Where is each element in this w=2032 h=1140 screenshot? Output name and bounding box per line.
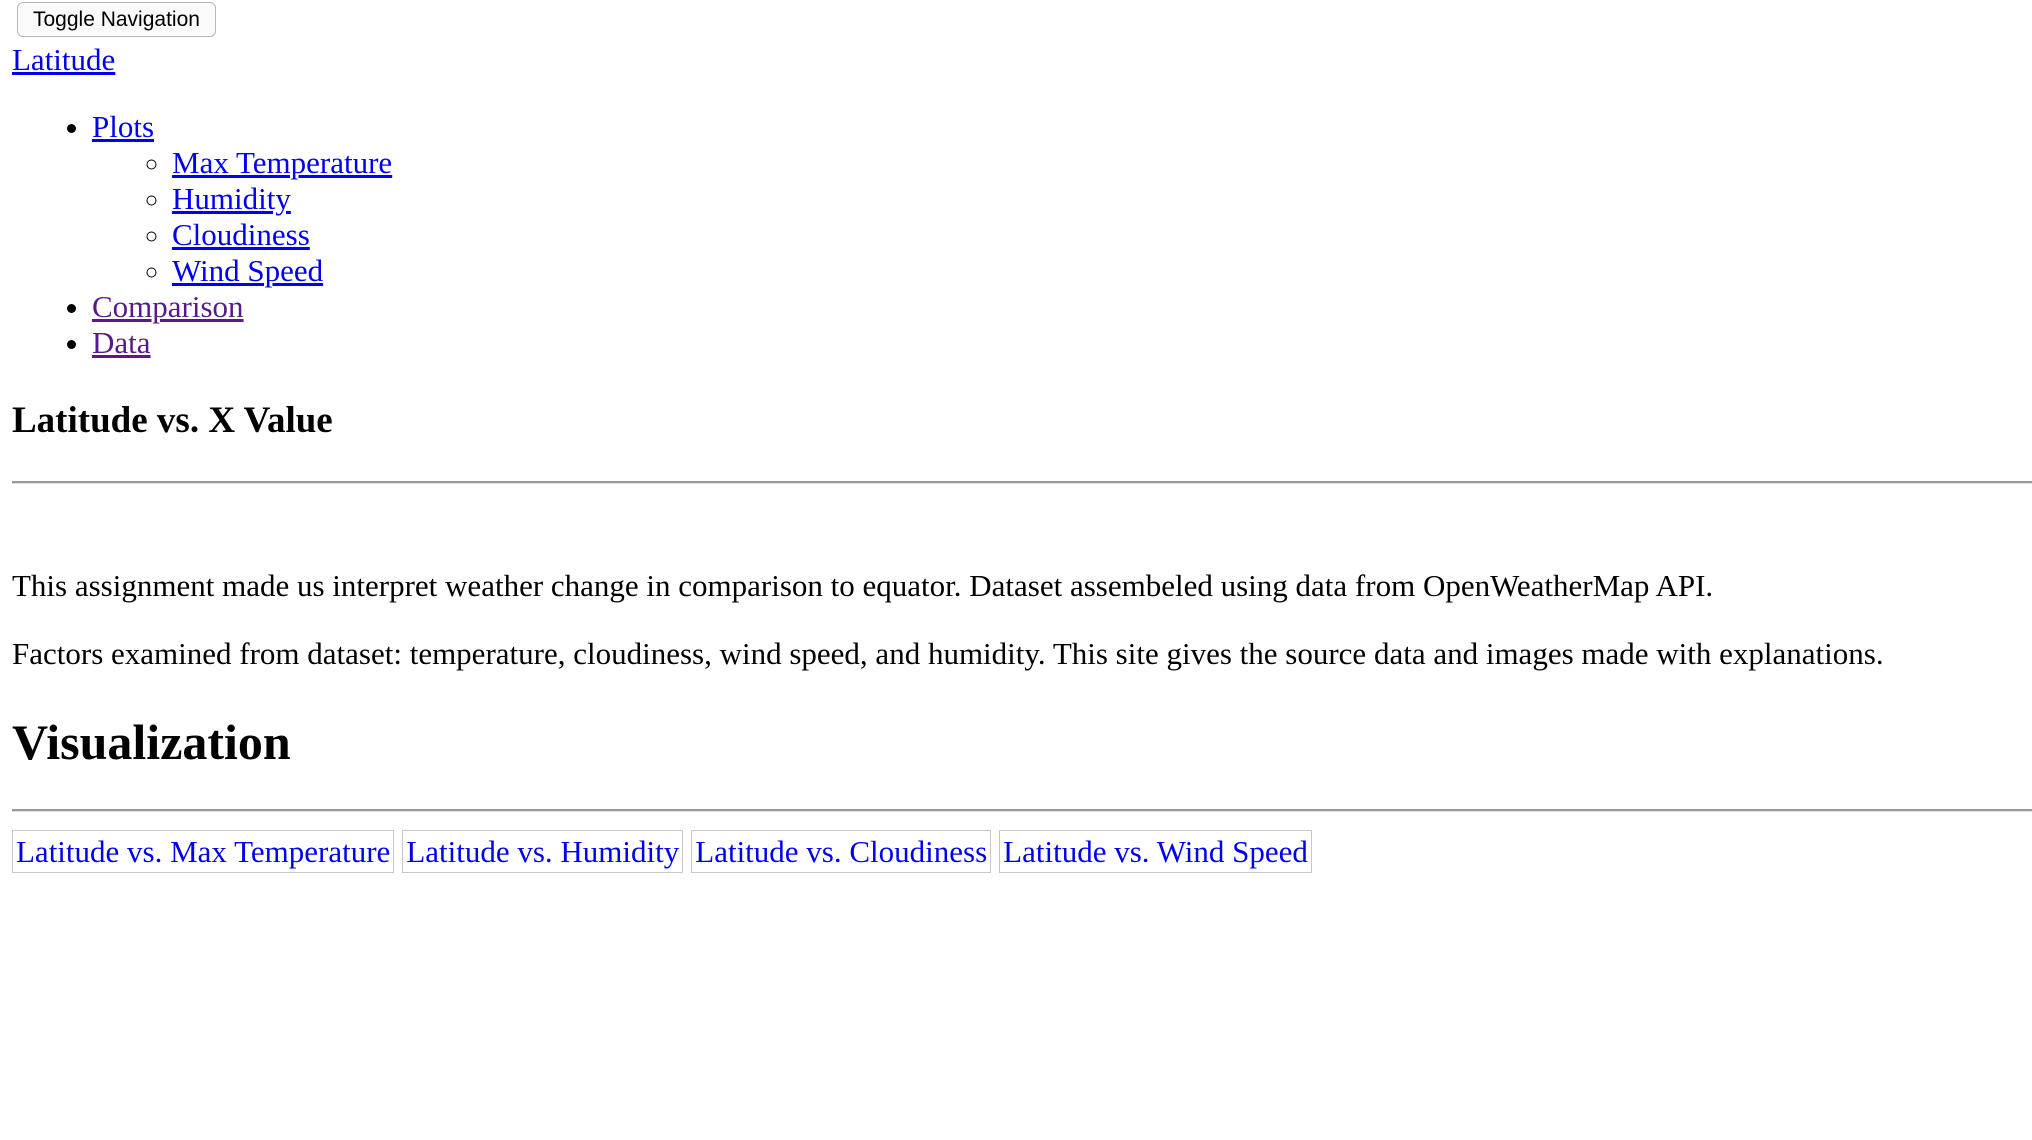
visualization-heading: Visualization [12, 714, 291, 770]
plots-submenu: Max Temperature Humidity Cloudiness Wind… [92, 145, 392, 289]
tab-cloudiness[interactable]: Latitude vs. Cloudiness [691, 830, 992, 873]
submenu-item-max-temperature: Max Temperature [172, 145, 392, 181]
submenu-item-cloudiness: Cloudiness [172, 217, 392, 253]
toggle-navigation-button[interactable]: Toggle Navigation [17, 2, 216, 37]
title-divider [12, 481, 2032, 484]
visualization-divider [12, 809, 2032, 812]
tab-humidity[interactable]: Latitude vs. Humidity [402, 830, 684, 873]
tab-wind-speed[interactable]: Latitude vs. Wind Speed [999, 830, 1312, 873]
nav-link-comparison[interactable]: Comparison [92, 289, 244, 324]
nav-link-plots[interactable]: Plots [92, 109, 154, 144]
submenu-link-humidity[interactable]: Humidity [172, 181, 291, 216]
brand-link[interactable]: Latitude [12, 38, 115, 82]
submenu-link-cloudiness[interactable]: Cloudiness [172, 217, 310, 252]
submenu-item-humidity: Humidity [172, 181, 392, 217]
visualization-tabs: Latitude vs. Max Temperature Latitude vs… [12, 830, 1312, 873]
nav-menu: Plots Max Temperature Humidity Cloudines… [0, 109, 392, 361]
submenu-link-max-temperature[interactable]: Max Temperature [172, 145, 392, 180]
page-title: Latitude vs. X Value [12, 400, 333, 441]
tab-max-temperature[interactable]: Latitude vs. Max Temperature [12, 830, 395, 873]
intro-paragraph-1: This assignment made us interpret weathe… [12, 568, 1714, 603]
nav-item-comparison: Comparison [92, 289, 392, 325]
nav-item-plots: Plots Max Temperature Humidity Cloudines… [92, 109, 392, 289]
nav-link-data[interactable]: Data [92, 325, 151, 360]
submenu-link-wind-speed[interactable]: Wind Speed [172, 253, 323, 288]
submenu-item-wind-speed: Wind Speed [172, 253, 392, 289]
nav-item-data: Data [92, 325, 392, 361]
intro-paragraph-2: Factors examined from dataset: temperatu… [12, 636, 1884, 671]
